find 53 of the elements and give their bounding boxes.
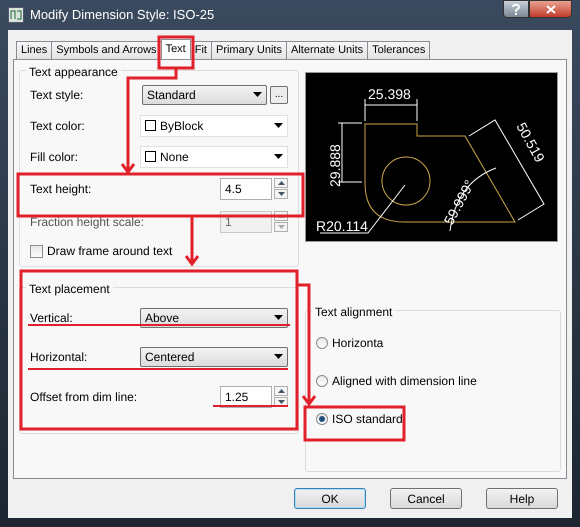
field-label: Text style: (30, 86, 84, 104)
help-title-button[interactable] (503, 0, 529, 18)
spinner-buttons[interactable] (274, 178, 288, 199)
dropdown[interactable]: Above (140, 308, 288, 328)
dialog-button[interactable]: Cancel (390, 488, 462, 509)
down-arrow-icon (278, 192, 284, 196)
tab[interactable]: Alternate Units (286, 41, 368, 59)
field-label: Text color: (30, 118, 85, 134)
field-label: Offset from dim line: (30, 388, 138, 406)
tab[interactable]: Primary Units (210, 41, 287, 59)
up-arrow-icon (278, 389, 284, 393)
color-dropdown[interactable]: ByBlock (140, 114, 288, 136)
down-arrow-icon (278, 400, 284, 404)
tab[interactable]: Symbols and Arrows (51, 41, 162, 59)
dropdown-arrow-icon (274, 315, 283, 320)
number-field[interactable]: 1.25 (220, 386, 272, 408)
tab[interactable]: Lines (16, 41, 52, 59)
down-arrow-icon (278, 225, 284, 229)
dialog-button[interactable]: Help (486, 488, 558, 509)
spinner-buttons[interactable] (274, 211, 288, 232)
checkbox[interactable]: Draw frame around text (30, 238, 288, 264)
dropdown-arrow-icon (274, 154, 283, 159)
dimension-label: R20.114 (316, 218, 368, 234)
color-swatch (145, 120, 156, 131)
close-icon (546, 4, 556, 14)
tab[interactable]: Text (160, 39, 191, 59)
spinner-buttons[interactable] (274, 386, 288, 407)
dropdown-arrow-icon (253, 92, 262, 97)
dropdown[interactable]: Centered (140, 346, 288, 366)
dropdown[interactable]: Standard (142, 84, 267, 104)
app-icon (8, 7, 24, 23)
window-title: Modify Dimension Style: ISO-25 (30, 6, 214, 24)
field-label: Horizontal: (30, 348, 88, 366)
field-label: Vertical: (30, 310, 73, 326)
dropdown-arrow-icon (274, 123, 283, 128)
number-field[interactable]: 4.5 (220, 178, 272, 200)
dialog-button[interactable]: OK (294, 488, 366, 509)
radio-option[interactable]: ISO standard (316, 409, 550, 429)
color-swatch (145, 151, 156, 162)
dimension-label: 29.888 (327, 144, 343, 187)
up-arrow-icon (278, 181, 284, 185)
question-icon (512, 4, 520, 14)
tab[interactable]: Tolerances (367, 41, 430, 59)
radio-option[interactable]: Horizonta (316, 333, 550, 353)
field-label: Fill color: (30, 148, 78, 166)
color-dropdown[interactable]: None (140, 146, 288, 168)
field-label: Fraction height scale: (30, 214, 144, 230)
dropdown-arrow-icon (274, 354, 283, 359)
field-label: Text height: (30, 180, 92, 198)
close-button[interactable] (529, 0, 572, 18)
browse-button[interactable]: ... (270, 86, 288, 104)
radio-option[interactable]: Aligned with dimension line (316, 371, 550, 391)
dimension-label: 25.398 (368, 86, 411, 102)
